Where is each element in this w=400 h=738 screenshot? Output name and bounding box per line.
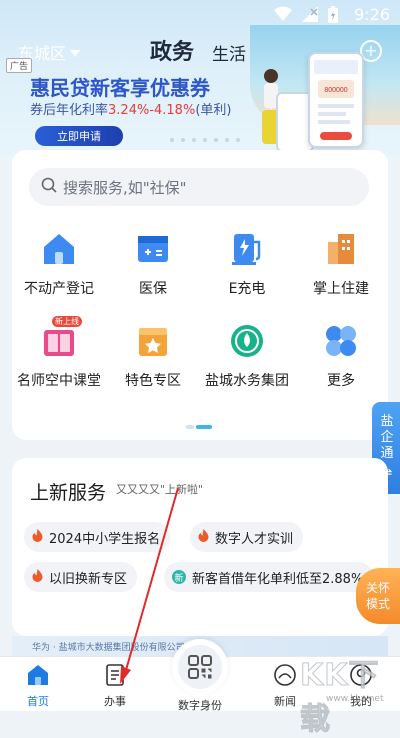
banner-pagination bbox=[170, 138, 240, 142]
service-label: 不动产登记 bbox=[24, 281, 94, 297]
service-label: 医保 bbox=[139, 281, 167, 297]
banner-phone-image: 800000 bbox=[308, 52, 364, 148]
nav-label: 首页 bbox=[27, 695, 49, 708]
new-badge: 新上线 bbox=[52, 316, 82, 327]
banner-subtitle-suffix: (单利) bbox=[195, 103, 232, 118]
service-label: 掌上住建 bbox=[313, 281, 369, 297]
signal-icon bbox=[302, 6, 318, 27]
battery-icon bbox=[328, 6, 338, 27]
more-grid-icon bbox=[322, 322, 360, 360]
banner-phone-amount: 800000 bbox=[324, 87, 347, 94]
new-services-title: 上新服务 bbox=[30, 482, 107, 504]
service-label: 更多 bbox=[327, 373, 355, 389]
nav-digital-id[interactable] bbox=[172, 639, 228, 695]
banner-title: 惠民贷新客享优惠券 bbox=[30, 76, 210, 100]
side-tab-char: 通 bbox=[380, 446, 394, 461]
banner-subtitle-prefix: 券后年化利率 bbox=[30, 103, 109, 118]
chip-label: 以旧换新专区 bbox=[49, 571, 128, 587]
care-mode-button[interactable]: 关怀 模式 bbox=[356, 568, 400, 624]
new-badge-icon: 新 bbox=[172, 570, 186, 584]
service-label: 特色专区 bbox=[125, 373, 181, 389]
book-icon: 新上线 bbox=[40, 316, 82, 360]
service-real-estate[interactable]: 不动产登记 bbox=[12, 230, 106, 298]
service-label: 盐城水务集团 bbox=[205, 373, 289, 389]
new-services-subtitle: 又又又又"上新啦" bbox=[116, 483, 204, 496]
document-icon bbox=[80, 663, 150, 691]
service-e-charging[interactable]: E充电 bbox=[200, 230, 294, 298]
apply-button[interactable]: 立即申请 bbox=[35, 126, 123, 146]
chip-student-enrollment[interactable]: 2024中小学生报名 bbox=[24, 522, 171, 552]
service-housing[interactable]: 掌上住建 bbox=[294, 230, 388, 298]
service-label: 名师空中课堂 bbox=[17, 373, 101, 389]
search-input[interactable]: 搜索服务,如"社保" bbox=[29, 168, 369, 206]
banner-rate: 3.24%-4.18% bbox=[108, 103, 196, 118]
banner-subtitle: 券后年化利率3.24%-4.18%(单利) bbox=[30, 99, 231, 118]
tab-government[interactable]: 政务 bbox=[150, 34, 194, 66]
status-time: 9:26 bbox=[354, 5, 390, 24]
star-box-icon bbox=[134, 322, 172, 360]
search-placeholder: 搜索服务,如"社保" bbox=[63, 178, 187, 197]
service-label: E充电 bbox=[228, 281, 266, 297]
nav-services[interactable]: 办事 bbox=[80, 663, 150, 709]
status-bar: 9:26 bbox=[0, 0, 400, 30]
building-icon bbox=[322, 230, 360, 268]
new-services-card: 上新服务 又又又又"上新啦" 2024中小学生报名 数字人才实训 以旧换新专区 … bbox=[12, 458, 388, 636]
service-featured-zone[interactable]: 特色专区 bbox=[106, 322, 200, 390]
medical-card-icon bbox=[134, 230, 172, 268]
wifi-icon bbox=[274, 6, 292, 27]
fire-icon bbox=[198, 528, 209, 546]
chip-label: 数字人才实训 bbox=[215, 531, 294, 547]
services-card: 搜索服务,如"社保" 不动产登记 医保 E充电 掌上住建 新上线 名师空中课堂 … bbox=[12, 150, 388, 440]
tab-life[interactable]: 生活 bbox=[212, 40, 246, 65]
house-icon bbox=[40, 230, 78, 268]
home-icon bbox=[3, 663, 73, 691]
side-tab-char: 企 bbox=[380, 430, 394, 445]
chevron-down-icon bbox=[70, 43, 81, 62]
service-medical[interactable]: 医保 bbox=[106, 230, 200, 298]
chip-label: 新客首借年化单利低至2.88% bbox=[192, 571, 364, 587]
watermark-url: www.kkx.net bbox=[326, 694, 384, 704]
chip-new-loan[interactable]: 新 新客首借年化单利低至2.88% bbox=[164, 562, 374, 592]
charging-station-icon bbox=[228, 230, 266, 268]
nav-home[interactable]: 首页 bbox=[3, 663, 73, 709]
chip-label: 2024中小学生报名 bbox=[49, 531, 161, 547]
qr-code-icon bbox=[178, 645, 222, 689]
nav-label: 办事 bbox=[104, 695, 126, 708]
fire-icon bbox=[32, 568, 43, 586]
care-mode-line1: 关怀 bbox=[365, 581, 390, 595]
grid-pagination bbox=[186, 425, 212, 429]
ad-tag: 广告 bbox=[6, 58, 33, 73]
side-tab-char: 盐 bbox=[380, 414, 394, 429]
search-icon bbox=[41, 177, 57, 197]
service-more[interactable]: 更多 bbox=[294, 322, 388, 390]
chip-digital-training[interactable]: 数字人才实训 bbox=[190, 522, 304, 552]
water-drop-icon bbox=[228, 322, 266, 360]
chip-trade-in[interactable]: 以旧换新专区 bbox=[24, 562, 138, 592]
service-water-group[interactable]: 盐城水务集团 bbox=[200, 322, 294, 390]
service-online-class[interactable]: 新上线 名师空中课堂 bbox=[12, 316, 106, 390]
care-mode-line2: 模式 bbox=[365, 597, 390, 611]
fire-icon bbox=[32, 528, 43, 546]
